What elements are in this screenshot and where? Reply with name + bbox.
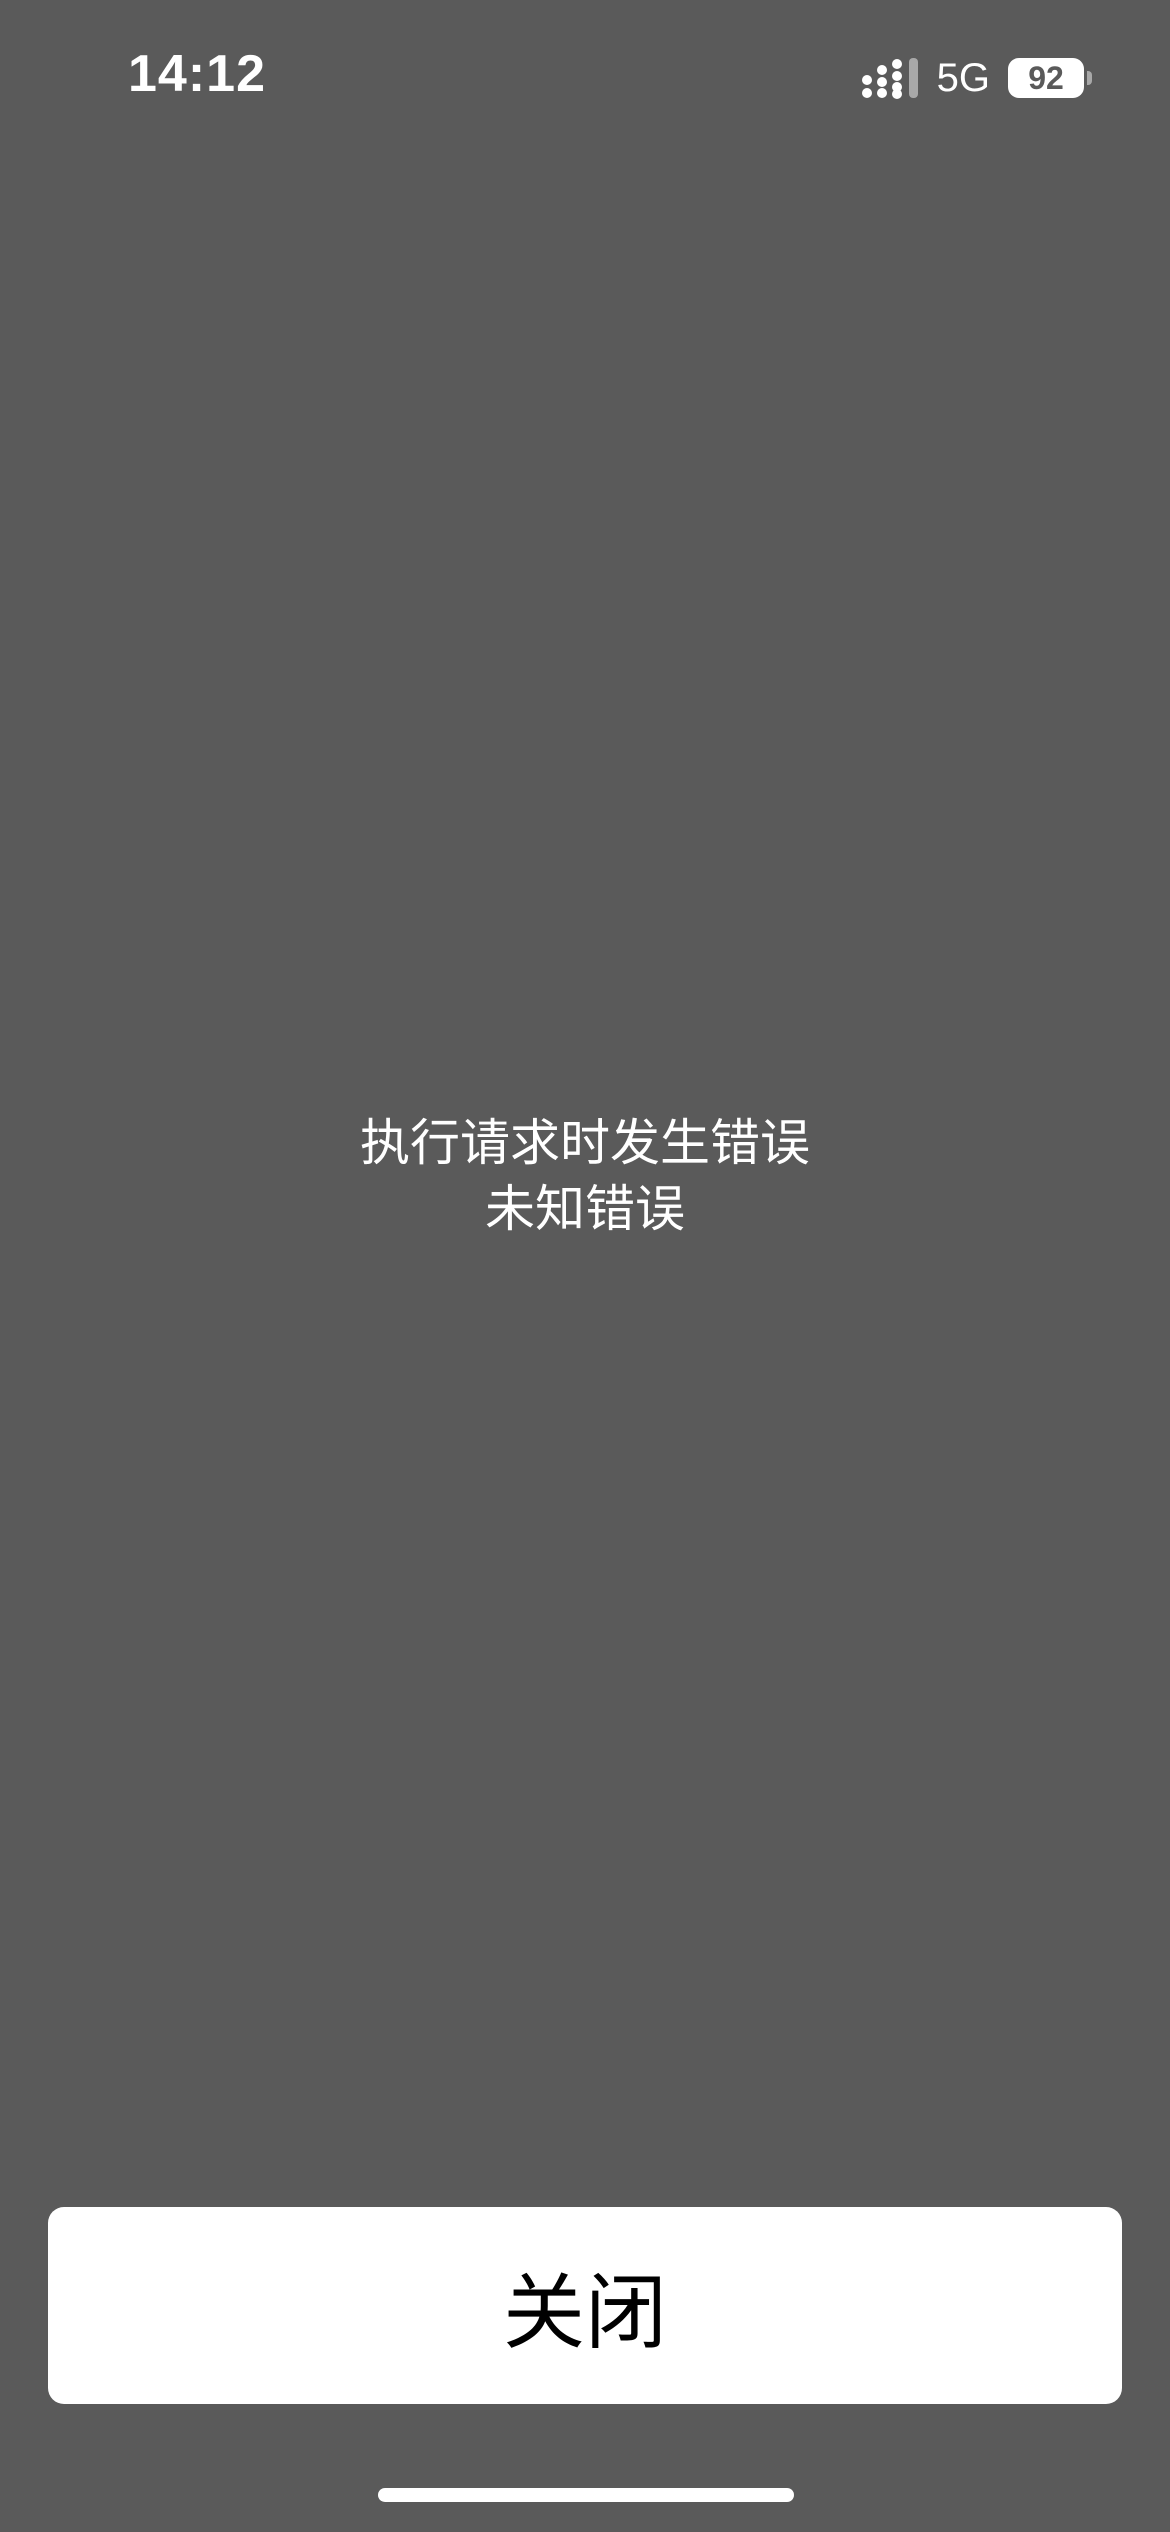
- error-message: 执行请求时发生错误 未知错误: [0, 1110, 1170, 1242]
- close-button[interactable]: 关闭: [48, 2207, 1122, 2404]
- home-indicator[interactable]: [378, 2488, 794, 2502]
- status-time: 14:12: [128, 45, 266, 103]
- error-screen: 14:12 5G 92 执行请求时发生错误 未知错误 关闭: [0, 0, 1170, 2532]
- status-bar: 14:12 5G 92: [0, 0, 1170, 150]
- error-detail: 未知错误: [485, 1180, 685, 1238]
- battery-icon: 92: [1008, 58, 1092, 98]
- cellular-signal-icon: [861, 58, 918, 99]
- status-indicators: 5G 92: [861, 54, 1092, 102]
- battery-level: 92: [1008, 58, 1084, 98]
- battery-tip: [1087, 71, 1092, 85]
- error-title: 执行请求时发生错误: [360, 1114, 810, 1172]
- network-type-label: 5G: [936, 55, 990, 100]
